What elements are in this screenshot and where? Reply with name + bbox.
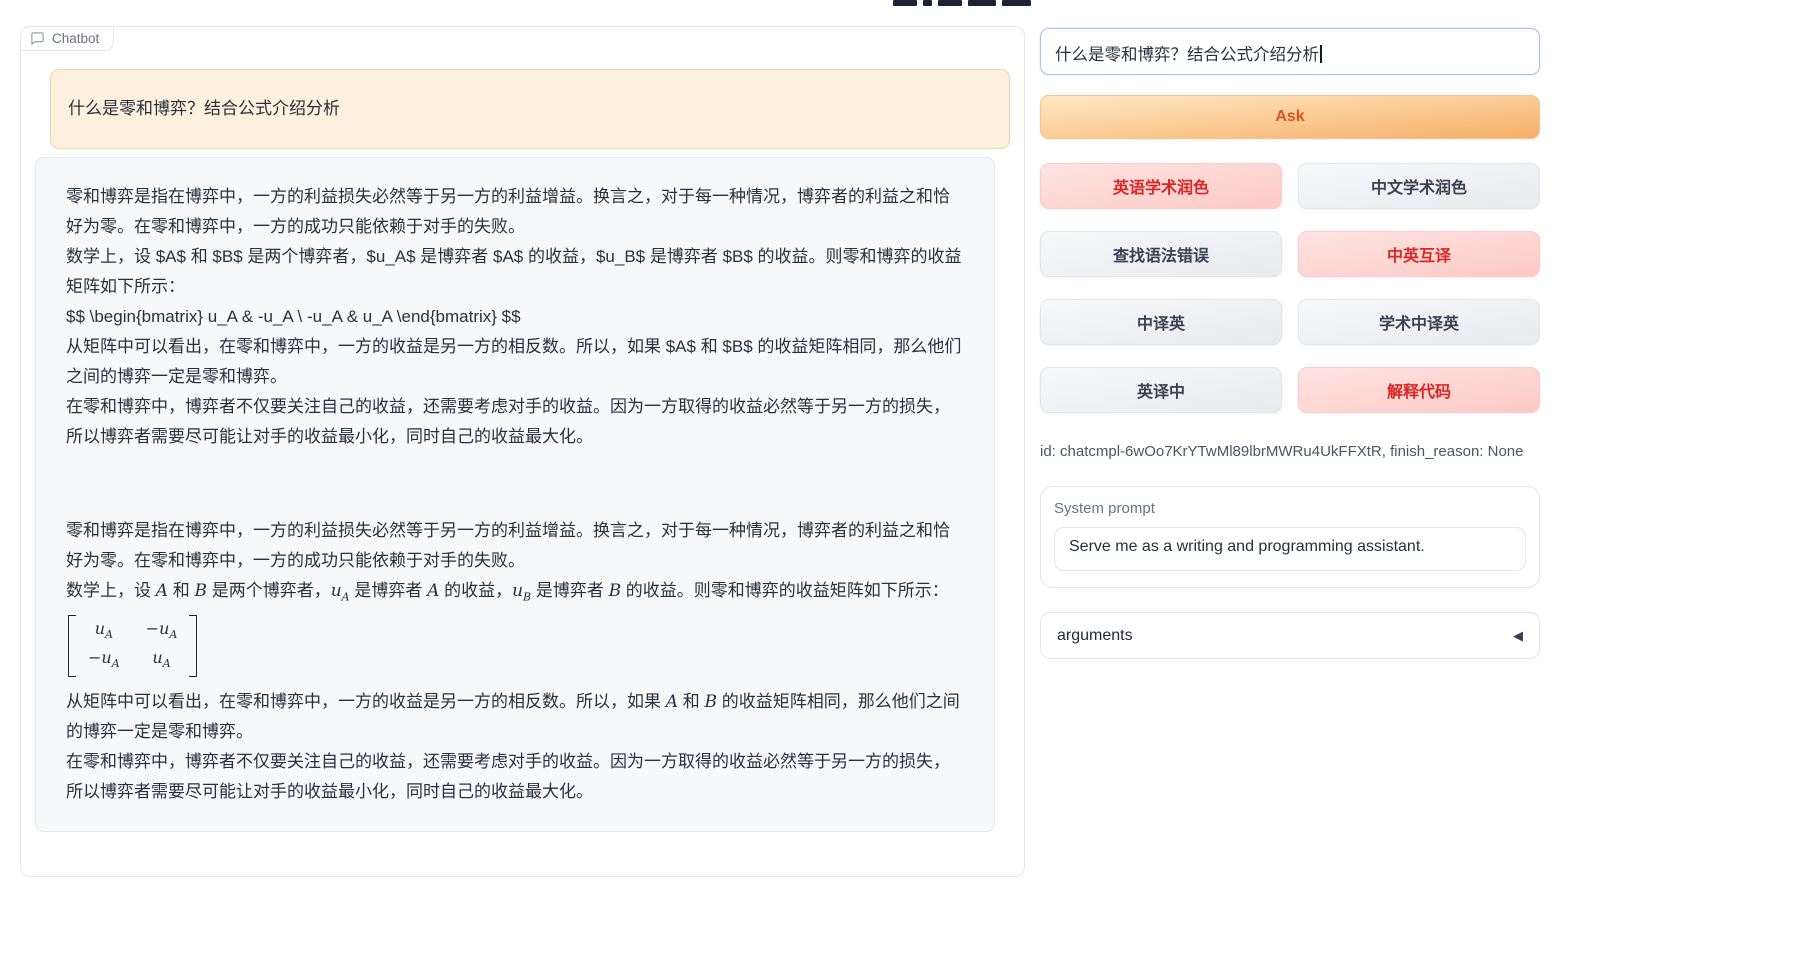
bot-message-line: 数学上，设 $A$ 和 $B$ 是两个博弈者，$u_A$ 是博弈者 $A$ 的收… [66, 242, 964, 302]
system-prompt-input[interactable]: Serve me as a writing and programming as… [1054, 527, 1526, 571]
matrix-bracket-right [189, 615, 197, 676]
bot-message-line: 从矩阵中可以看出，在零和博弈中，一方的收益是另一方的相反数。所以，如果 A 和 … [66, 687, 964, 747]
matrix-cell: uA [146, 647, 178, 674]
system-prompt-value: Serve me as a writing and programming as… [1069, 538, 1425, 555]
quick-actions-grid: 英语学术润色中文学术润色查找语法错误中英互译中译英学术中译英英译中解释代码 [1040, 163, 1540, 413]
bot-message-line: 数学上，设 A 和 B 是两个博弈者，uA 是博弈者 A 的收益，uB 是博弈者… [66, 576, 964, 612]
quick-button-explain-code[interactable]: 解释代码 [1298, 367, 1540, 413]
math-variable: A [666, 692, 678, 712]
bot-message-raw-section: 零和博弈是指在博弈中，一方的利益损失必然等于另一方的利益增益。换言之，对于每一种… [66, 182, 964, 452]
clipped-page-title [893, 0, 1033, 8]
chat-message-list[interactable]: 什么是零和博弈？结合公式介绍分析 零和博弈是指在博弈中，一方的利益损失必然等于另… [21, 27, 1024, 876]
bot-message-line: $$ \begin{bmatrix} u_A & -u_A \ -u_A & u… [66, 302, 964, 332]
matrix-bracket-left [68, 615, 76, 676]
chatbot-panel: Chatbot 什么是零和博弈？结合公式介绍分析 零和博弈是指在博弈中，一方的利… [20, 26, 1025, 877]
accordion-collapsed-caret-icon: ◀ [1513, 628, 1523, 644]
matrix-cell: uA [88, 618, 120, 645]
math-variable: uA [95, 619, 113, 638]
quick-button-en-to-zh[interactable]: 英译中 [1040, 367, 1282, 413]
bot-message-rendered-section: 零和博弈是指在博弈中，一方的利益损失必然等于另一方的利益增益。换言之，对于每一种… [66, 516, 964, 807]
math-variable: B [194, 581, 207, 601]
math-variable: A [156, 581, 168, 601]
bot-message-line: 零和博弈是指在博弈中，一方的利益损失必然等于另一方的利益增益。换言之，对于每一种… [66, 516, 964, 576]
math-variable: B [609, 581, 622, 601]
matrix-cell: −uA [146, 618, 178, 645]
question-input-value: 什么是零和博弈？结合公式介绍分析 [1055, 46, 1319, 64]
user-message-text: 什么是零和博弈？结合公式介绍分析 [68, 99, 340, 118]
control-column: 什么是零和博弈？结合公式介绍分析 Ask 英语学术润色中文学术润色查找语法错误中… [1040, 28, 1540, 659]
math-variable: −uA [146, 619, 178, 638]
system-prompt-panel: System prompt Serve me as a writing and … [1040, 486, 1540, 588]
bot-message-line: 零和博弈是指在博弈中，一方的利益损失必然等于另一方的利益增益。换言之，对于每一种… [66, 182, 964, 242]
arguments-accordion-label: arguments [1057, 627, 1133, 645]
quick-button-zh-to-en[interactable]: 中译英 [1040, 299, 1282, 345]
math-variable: A [427, 581, 439, 601]
math-variable: uA [152, 648, 170, 667]
ask-button[interactable]: Ask [1040, 95, 1540, 139]
section-gap [66, 452, 964, 516]
math-variable: −uA [88, 648, 120, 667]
bot-message-line: 从矩阵中可以看出，在零和博弈中，一方的收益是另一方的相反数。所以，如果 $A$ … [66, 332, 964, 392]
bot-message-line: 在零和博弈中，博弈者不仅要关注自己的收益，还需要考虑对手的收益。因为一方取得的收… [66, 747, 964, 807]
quick-button-english-academic-polish[interactable]: 英语学术润色 [1040, 163, 1282, 209]
bot-message-bubble: 零和博弈是指在博弈中，一方的利益损失必然等于另一方的利益增益。换言之，对于每一种… [35, 157, 995, 832]
quick-button-academic-zh-to-en[interactable]: 学术中译英 [1298, 299, 1540, 345]
math-variable: B [704, 692, 717, 712]
math-variable: uA [331, 581, 350, 601]
arguments-accordion[interactable]: arguments ◀ [1040, 612, 1540, 659]
user-message-bubble: 什么是零和博弈？结合公式介绍分析 [50, 69, 1010, 149]
text-caret [1320, 45, 1322, 63]
math-variable: uB [512, 581, 531, 601]
ask-button-label: Ask [1275, 108, 1304, 126]
matrix-cell: −uA [88, 647, 120, 674]
response-meta-line: id: chatcmpl-6wOo7KrYTwMl89lbrMWRu4UkFFX… [1040, 443, 1540, 460]
payoff-matrix: uA −uA −uA uA [66, 612, 964, 686]
system-prompt-label: System prompt [1054, 500, 1526, 517]
quick-button-find-grammar-errors[interactable]: 查找语法错误 [1040, 231, 1282, 277]
question-input[interactable]: 什么是零和博弈？结合公式介绍分析 [1040, 28, 1540, 75]
bot-message-line: 在零和博弈中，博弈者不仅要关注自己的收益，还需要考虑对手的收益。因为一方取得的收… [66, 392, 964, 452]
quick-button-chinese-academic-polish[interactable]: 中文学术润色 [1298, 163, 1540, 209]
quick-button-zh-en-mutual-translate[interactable]: 中英互译 [1298, 231, 1540, 277]
